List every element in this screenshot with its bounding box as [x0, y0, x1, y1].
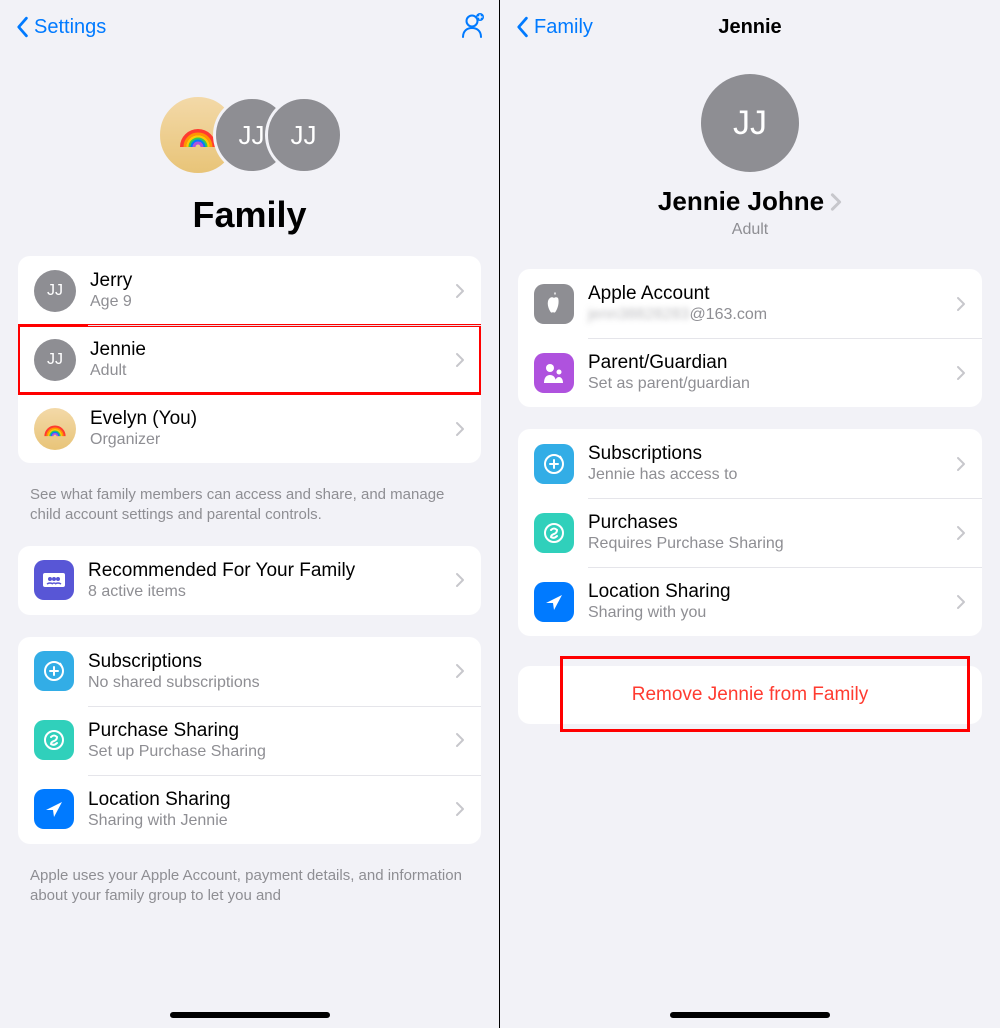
location-sharing-row[interactable]: Location Sharing Sharing with you — [518, 567, 982, 636]
chevron-right-icon — [956, 456, 966, 472]
row-sub: jenn38828283@163.com — [588, 306, 948, 324]
chevron-right-icon — [455, 801, 465, 817]
member-name-row[interactable]: Jennie Johne — [500, 186, 1000, 217]
chevron-right-icon — [455, 283, 465, 299]
subscriptions-icon — [534, 444, 574, 484]
footnote: Apple uses your Apple Account, payment d… — [0, 866, 499, 927]
recommended-icon — [34, 560, 74, 600]
purchases-icon — [534, 513, 574, 553]
row-sub: Sharing with Jennie — [88, 812, 447, 830]
member-sub: Organizer — [90, 431, 447, 449]
family-avatar-stack: JJ JJ — [0, 94, 499, 176]
chevron-left-icon — [14, 16, 30, 38]
avatar — [34, 408, 76, 450]
home-indicator[interactable] — [670, 1012, 830, 1018]
member-name: Jennie Johne — [658, 186, 824, 217]
row-title: Location Sharing — [88, 789, 447, 811]
row-title: Apple Account — [588, 283, 948, 305]
chevron-left-icon — [514, 16, 530, 38]
apple-account-row[interactable]: Apple Account jenn38828283@163.com — [518, 269, 982, 338]
member-row-jerry[interactable]: JJ Jerry Age 9 — [18, 256, 481, 325]
row-sub: No shared subscriptions — [88, 674, 447, 692]
recommended-row[interactable]: Recommended For Your Family 8 active ite… — [18, 546, 481, 615]
member-row-evelyn[interactable]: Evelyn (You) Organizer — [18, 394, 481, 463]
row-sub: 8 active items — [88, 583, 447, 601]
back-label: Settings — [34, 16, 106, 39]
members-group: JJ Jerry Age 9 JJ Jennie Adult — [18, 256, 481, 463]
rainbow-icon — [42, 416, 68, 442]
nav-title: Jennie — [718, 16, 781, 39]
purchases-row[interactable]: Purchases Requires Purchase Sharing — [518, 498, 982, 567]
person-add-icon — [455, 12, 485, 38]
back-button[interactable]: Family — [514, 16, 593, 39]
member-sub: Age 9 — [90, 293, 447, 311]
row-title: Subscriptions — [88, 651, 447, 673]
row-title: Subscriptions — [588, 443, 948, 465]
row-title: Purchases — [588, 512, 948, 534]
member-role: Adult — [500, 221, 1000, 239]
row-title: Location Sharing — [588, 581, 948, 603]
footnote: See what family members can access and s… — [0, 485, 499, 546]
chevron-right-icon — [455, 352, 465, 368]
chevron-right-icon — [956, 525, 966, 541]
row-sub: Jennie has access to — [588, 466, 948, 484]
row-sub: Set as parent/guardian — [588, 375, 948, 393]
recommended-group: Recommended For Your Family 8 active ite… — [18, 546, 481, 615]
row-sub: Requires Purchase Sharing — [588, 535, 948, 553]
row-title: Parent/Guardian — [588, 352, 948, 374]
subscriptions-icon — [34, 651, 74, 691]
avatar: JJ — [265, 96, 343, 174]
chevron-right-icon — [956, 594, 966, 610]
member-name: Evelyn (You) — [90, 408, 447, 430]
purchase-sharing-row[interactable]: Purchase Sharing Set up Purchase Sharing — [18, 706, 481, 775]
remove-from-family-button[interactable]: Remove Jennie from Family — [518, 666, 982, 724]
purchases-icon — [34, 720, 74, 760]
chevron-right-icon — [455, 663, 465, 679]
parent-guardian-row[interactable]: Parent/Guardian Set as parent/guardian — [518, 338, 982, 407]
parent-icon — [534, 353, 574, 393]
location-sharing-row[interactable]: Location Sharing Sharing with Jennie — [18, 775, 481, 844]
back-button[interactable]: Settings — [14, 16, 106, 39]
row-title: Recommended For Your Family — [88, 560, 447, 582]
member-name: Jennie — [90, 339, 447, 361]
home-indicator[interactable] — [170, 1012, 330, 1018]
sharing-group: Subscriptions No shared subscriptions Pu… — [18, 637, 481, 844]
access-group: Subscriptions Jennie has access to Purch… — [518, 429, 982, 636]
subscriptions-row[interactable]: Subscriptions Jennie has access to — [518, 429, 982, 498]
row-sub: Sharing with you — [588, 604, 948, 622]
chevron-right-icon — [455, 572, 465, 588]
chevron-right-icon — [956, 296, 966, 312]
avatar: JJ — [34, 339, 76, 381]
apple-icon — [534, 284, 574, 324]
location-icon — [34, 789, 74, 829]
member-row-jennie[interactable]: JJ Jennie Adult — [18, 325, 481, 394]
subscriptions-row[interactable]: Subscriptions No shared subscriptions — [18, 637, 481, 706]
chevron-right-icon — [455, 421, 465, 437]
member-sub: Adult — [90, 362, 447, 380]
page-title: Family — [0, 194, 499, 236]
back-label: Family — [534, 16, 593, 39]
member-name: Jerry — [90, 270, 447, 292]
avatar: JJ — [701, 74, 799, 172]
chevron-right-icon — [455, 732, 465, 748]
add-member-button[interactable] — [455, 12, 485, 43]
chevron-right-icon — [956, 365, 966, 381]
row-sub: Set up Purchase Sharing — [88, 743, 447, 761]
account-group: Apple Account jenn38828283@163.com Paren… — [518, 269, 982, 407]
location-icon — [534, 582, 574, 622]
avatar: JJ — [34, 270, 76, 312]
row-title: Purchase Sharing — [88, 720, 447, 742]
chevron-right-icon — [830, 192, 842, 212]
